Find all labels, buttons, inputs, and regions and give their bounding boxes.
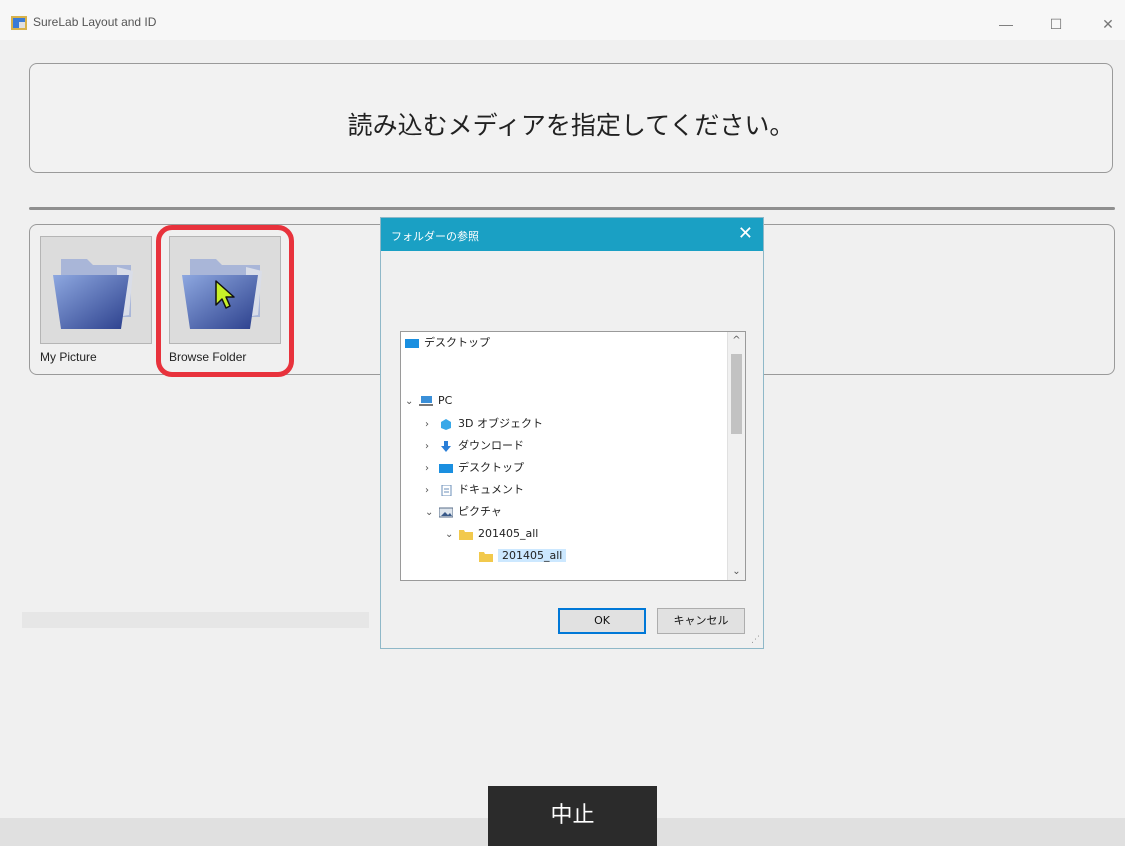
chevron-right-icon[interactable]: › <box>425 437 439 457</box>
desktop-icon <box>405 338 419 348</box>
app-icon <box>11 16 27 30</box>
chevron-right-icon[interactable]: › <box>425 459 439 479</box>
desktop-icon <box>439 463 453 473</box>
pictures-icon <box>439 507 453 517</box>
tree-scrollbar[interactable]: ^ ⌄ <box>727 332 745 580</box>
documents-icon <box>441 484 452 496</box>
status-strip <box>22 612 369 628</box>
chevron-down-icon[interactable]: ⌄ <box>405 392 419 412</box>
dialog-title-bar: フォルダーの参照 ✕ <box>381 218 763 251</box>
browse-folder-dialog: フォルダーの参照 ✕ デスクトップ ⌄ PC › 3D オブジェクト › ダウンロード… <box>380 217 764 649</box>
ok-button[interactable]: OK <box>558 608 646 634</box>
folder-tree[interactable]: デスクトップ ⌄ PC › 3D オブジェクト › ダウンロード › デスクトップ › ド… <box>400 331 746 581</box>
instruction-text: 読み込むメディアを指定してください。 <box>347 111 795 140</box>
title-bar: SureLab Layout and ID — ☐ ✕ <box>0 0 1125 40</box>
scroll-down-icon[interactable]: ⌄ <box>728 563 745 580</box>
resize-grip-icon[interactable]: ⋰ <box>751 634 760 645</box>
pc-icon <box>419 395 433 406</box>
minimize-button[interactable]: — <box>986 10 1026 38</box>
window-title: SureLab Layout and ID <box>33 15 157 29</box>
my-picture-tile[interactable] <box>40 236 152 344</box>
tree-item-desktop-root[interactable]: デスクトップ <box>405 333 490 353</box>
dialog-close-icon[interactable]: ✕ <box>738 223 753 244</box>
folder-icon <box>459 529 473 540</box>
scroll-thumb[interactable] <box>731 354 742 434</box>
tree-item-documents[interactable]: › ドキュメント <box>425 480 524 500</box>
chevron-down-icon[interactable]: ⌄ <box>445 525 459 545</box>
close-button[interactable]: ✕ <box>1088 10 1125 38</box>
tree-item-desktop[interactable]: › デスクトップ <box>425 458 524 478</box>
mouse-cursor-icon <box>215 280 235 309</box>
dialog-title: フォルダーの参照 <box>391 230 479 243</box>
chevron-right-icon[interactable]: › <box>425 481 439 501</box>
tree-item-3d-objects[interactable]: › 3D オブジェクト <box>425 414 543 434</box>
tree-item-pc[interactable]: ⌄ PC <box>405 391 452 411</box>
folder-icon <box>53 259 133 329</box>
my-picture-label: My Picture <box>40 350 97 364</box>
divider <box>29 207 1115 210</box>
3d-objects-icon <box>441 418 451 430</box>
tree-item-downloads[interactable]: › ダウンロード <box>425 436 524 456</box>
tree-item-201405-all-parent[interactable]: ⌄ 201405_all <box>445 524 538 544</box>
download-icon <box>441 440 451 452</box>
folder-icon <box>479 551 493 562</box>
stop-button[interactable]: 中止 <box>488 786 657 846</box>
instruction-panel: 読み込むメディアを指定してください。 <box>29 63 1113 173</box>
cancel-button[interactable]: キャンセル <box>657 608 745 634</box>
tree-item-pictures[interactable]: ⌄ ピクチャ <box>425 502 502 522</box>
scroll-up-icon[interactable]: ^ <box>728 332 745 349</box>
tree-item-201405-all-selected[interactable]: 201405_all <box>479 546 567 566</box>
chevron-down-icon[interactable]: ⌄ <box>425 503 439 523</box>
chevron-right-icon[interactable]: › <box>425 415 439 435</box>
maximize-button[interactable]: ☐ <box>1036 10 1076 38</box>
